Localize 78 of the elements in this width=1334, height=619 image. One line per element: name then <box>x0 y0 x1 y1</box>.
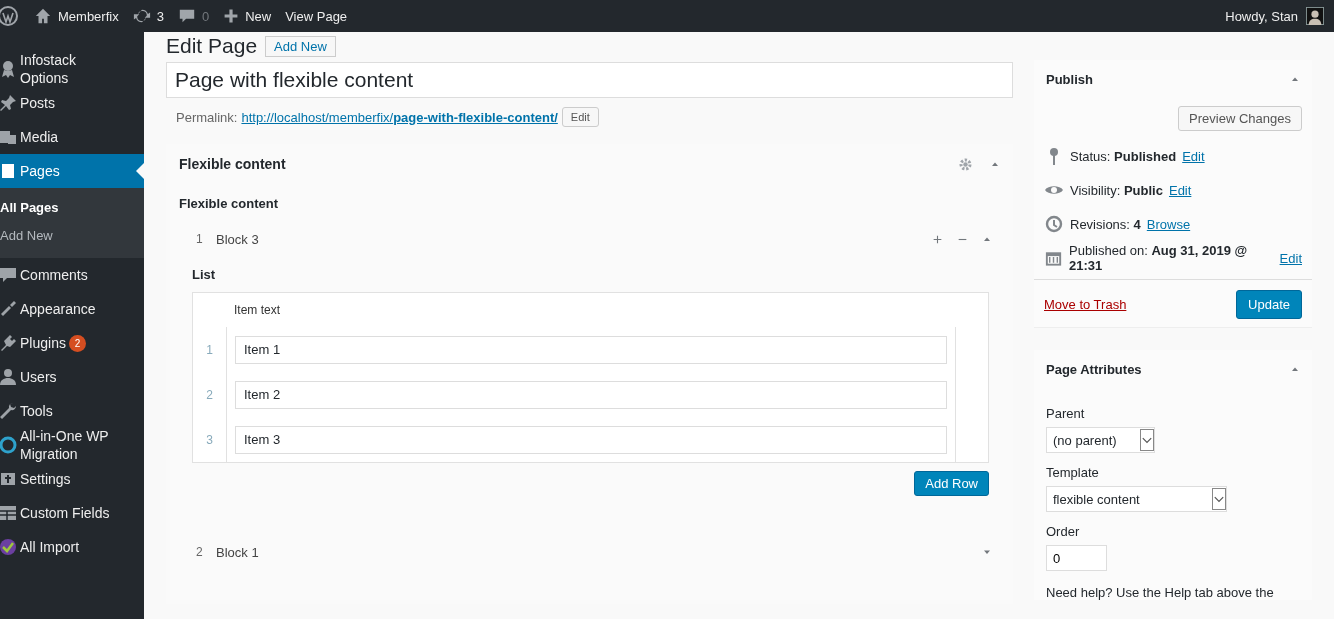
row-number: 3 <box>193 417 227 462</box>
dropdown[interactable]: flexible content <box>1046 486 1227 512</box>
menu-item[interactable]: Comments <box>0 258 144 292</box>
panel-title: Page Attributes <box>1046 361 1142 377</box>
menu-item[interactable]: All Import <box>0 530 144 564</box>
home-icon <box>34 7 52 25</box>
title-field[interactable]: Page with flexible content <box>166 62 1013 98</box>
update-button[interactable]: Update <box>1236 290 1302 319</box>
field-label: Parent <box>1046 405 1086 423</box>
publish-info: Visibility: Public <box>1070 182 1163 198</box>
text-field[interactable]: Item 1 <box>235 335 947 364</box>
edit-link[interactable]: Edit <box>1182 148 1205 164</box>
help-text: Need help? Use the Help tab above the <box>1046 584 1275 600</box>
row-number: 2 <box>193 372 227 417</box>
move-to-trash-link[interactable]: Move to Trash <box>1044 297 1127 312</box>
paintbrush-icon <box>0 299 18 319</box>
dropdown[interactable]: (no parent) <box>1046 427 1155 453</box>
edit-link[interactable]: Edit <box>1168 182 1192 198</box>
publish-info: Status: Published <box>1070 148 1177 164</box>
menu-item[interactable]: Infostack Options <box>0 52 144 86</box>
page-heading: Edit Page <box>166 34 258 58</box>
edit-button[interactable]: Edit <box>561 107 599 127</box>
avatar-icon <box>1306 7 1324 25</box>
menu-item[interactable]: Custom Fields <box>0 496 144 530</box>
field-label: Order <box>1046 523 1081 541</box>
chevron-down-icon <box>1212 488 1226 510</box>
column-header: Item text <box>234 303 280 317</box>
menu-item[interactable]: Tools <box>0 394 144 428</box>
refresh-icon <box>132 7 151 25</box>
text-field[interactable]: Item 3 <box>235 425 947 454</box>
wordpress-logo-icon <box>0 6 18 26</box>
block-number: 1 <box>196 232 204 246</box>
plug-icon <box>0 333 18 353</box>
block-title: Block 3 <box>216 231 260 247</box>
edit-link[interactable]: Browse <box>1146 216 1191 232</box>
field-label: List <box>192 267 217 284</box>
submenu-item[interactable]: All Pages <box>0 194 144 222</box>
count-badge: 2 <box>69 335 86 352</box>
field-label: Template <box>1046 464 1100 482</box>
user-icon <box>0 367 18 387</box>
view-page-link[interactable]: View Page <box>278 0 355 32</box>
history-icon <box>1044 214 1064 234</box>
order-field[interactable]: 0 <box>1046 545 1107 571</box>
panel-title: Publish <box>1046 71 1093 87</box>
menu-item[interactable]: Plugins 2 <box>0 326 144 360</box>
plus-icon <box>223 8 240 24</box>
pushpin-icon <box>0 93 18 113</box>
publish-info: Revisions: 4 <box>1070 216 1141 232</box>
permalink-label: Permalink: <box>176 109 238 125</box>
menu-item[interactable]: Settings <box>0 462 144 496</box>
block-title: Block 1 <box>216 544 260 560</box>
publish-info: Published on: Aug 31, 2019 @ 21:31 <box>1069 243 1249 273</box>
add-row-button[interactable]: Add Row <box>914 471 989 496</box>
row-number: 1 <box>193 327 227 372</box>
field-label: Flexible content <box>179 195 279 213</box>
chevron-down-icon <box>1140 429 1154 451</box>
edit-link[interactable]: Edit <box>1279 250 1302 266</box>
preview-changes-button[interactable]: Preview Changes <box>1178 106 1302 131</box>
gear-icon <box>958 156 973 172</box>
menu-item[interactable]: Appearance <box>0 292 144 326</box>
new-link[interactable]: New <box>216 0 279 32</box>
plus-icon <box>932 233 943 245</box>
add-new-button[interactable]: Add New <box>265 35 336 57</box>
panel-title: Flexible content <box>179 156 287 172</box>
menu-item[interactable]: Users <box>0 360 144 394</box>
block-number: 2 <box>196 545 204 559</box>
account-link[interactable]: Howdy, Stan <box>1218 0 1334 32</box>
menu-item[interactable]: Pages <box>0 154 144 188</box>
menu-item[interactable]: All-in-One WP Migration <box>0 428 144 462</box>
wrench-icon <box>0 401 18 421</box>
menu-item[interactable]: Posts <box>0 86 144 120</box>
updates-link[interactable]: 3 <box>125 0 171 32</box>
submenu-item[interactable]: Add New <box>0 222 144 250</box>
menu-item[interactable]: Media <box>0 120 144 154</box>
speech-bubble-icon <box>0 265 18 285</box>
permalink-link[interactable]: http://localhost/memberfix/page-with-flexible-content/ <box>241 109 558 125</box>
text-field[interactable]: Item 2 <box>235 380 947 409</box>
site-link[interactable]: Memberfix <box>27 0 126 32</box>
